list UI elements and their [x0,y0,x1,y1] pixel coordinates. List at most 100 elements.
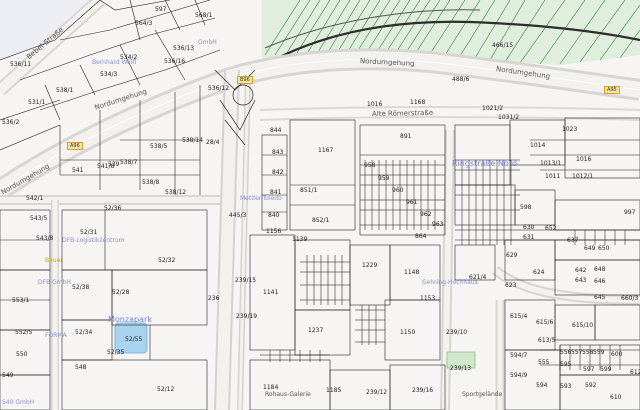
cadastral-map[interactable]: Nordumgehung Nordumgehung Nordumgehung N… [0,0,640,410]
parcel-number: 1141 [263,289,279,296]
parcel-number: 1150 [400,329,416,336]
parcel-number: 1016 [367,101,383,108]
parcel-number: 538/7 [120,159,138,166]
parcel-number: 1148 [404,269,420,276]
parcel-number: 864 [415,233,427,240]
parcel-number: 536/16 [164,58,186,65]
road-shield: A96 [67,142,83,150]
parcel-number: 615/6 [536,319,554,326]
parcel-number: 568/1 [195,12,213,19]
parcel-number: 960 [392,187,404,194]
parcel-number: 1167 [318,147,334,154]
parcel-number: 1021/2 [482,105,504,112]
parcel-number: 488/6 [452,76,470,83]
parcel-number: 843 [272,149,284,156]
parcel-number: 239/16 [412,387,434,394]
poi-label[interactable]: Sportgelände [462,392,502,398]
parcel-number: 557 [571,349,583,356]
area-label[interactable]: Ringstraße Nord [452,160,517,168]
parcel-number: 1011 [545,173,561,180]
parcel-number: 592 [585,382,597,389]
road-shield: B96 [237,76,253,84]
parcel-number: 536/13 [173,45,195,52]
parcel-number: 536/11 [10,61,32,68]
parcel-number: 891 [400,133,412,140]
parcel-number: 840 [268,212,280,219]
parcel-number: 649 [584,245,596,252]
parcel-number: 599 [600,366,612,373]
parcel-number: 646 [594,278,606,285]
parcel-number: 52/38 [72,284,90,291]
parcel-number: 624 [533,269,545,276]
parcel-number: 630 [523,224,535,231]
parcel-number: 615/10 [572,322,594,329]
street-label: Alte Römerstraße [371,108,434,118]
poi-label[interactable]: S40 GmbH [2,400,34,406]
parcel-number: 52/36 [104,205,122,212]
parcel-number: 597 [155,6,167,13]
parcel-number: 536/2 [2,119,20,126]
parcel-number: 559 [593,349,605,356]
parcel-number: 52/31 [80,229,98,236]
parcel-number: 1237 [308,327,324,334]
poi-label[interactable]: GmbH [198,40,217,46]
parcel-number: 593 [560,383,572,390]
parcel-number: 851/1 [300,187,318,194]
parcel-number: 539 [108,161,120,168]
parcel-number: 538/8 [142,179,160,186]
parcel-number: 556 [560,349,572,356]
parcel-number: 621/4 [469,274,487,281]
parcel-number: 650 [598,245,610,252]
parcel-number: 643 [575,277,587,284]
parcel-number: 534/2 [120,54,138,61]
parcel-number: 552/5 [15,329,33,336]
parcel-number: 52/32 [158,257,176,264]
parcel-number: 594/7 [510,352,528,359]
parcel-number: 1229 [362,262,378,269]
parcel-number: 600 [611,351,623,358]
parcel-number: 1016 [576,156,592,163]
poi-label[interactable]: FORMA [45,333,67,339]
parcel-number: 597 [583,366,595,373]
parcel-number: 1156 [266,228,282,235]
parcel-number: 623 [505,282,517,289]
parcel-number: 236 [208,295,220,302]
parcel-number: 652 [545,225,557,232]
parcel-number: 844 [270,127,282,134]
parcel-number: 543/8 [36,235,54,242]
parcel-number: 534/3 [100,71,118,78]
poi-label[interactable]: DFB-Logistikzentrum [62,238,124,244]
parcel-number: 558 [582,349,594,356]
parcel-number: 542/1 [26,195,44,202]
parcel-number: 548 [75,364,87,371]
parcel-number: 466/15 [492,42,514,49]
parcel-number: 642 [575,267,587,274]
parcel-number: 538/12 [165,189,187,196]
parcel-number: 962 [420,211,432,218]
poi-label[interactable]: Mettler-Toledo [240,196,282,202]
parcel-number: 841 [270,189,282,196]
parcel-number: 1031/2 [498,114,520,121]
parcel-number: 538/5 [150,143,168,150]
parcel-number: 550 [16,351,28,358]
parcel-number: 631 [523,234,535,241]
parcel-number: 553/1 [12,297,30,304]
parcel-number: 594/9 [510,372,528,379]
parcel-number: 239/12 [366,389,388,396]
poi-label[interactable]: DFB GmbH [38,280,71,286]
parcel-number: 629 [506,252,518,259]
parcel-number: 52/55 [125,336,143,343]
parcel-number: 1014 [530,142,546,149]
parcel-number: 852/1 [312,217,330,224]
parcel-number: 536/12 [208,85,230,92]
poi-label[interactable]: Bauer [45,258,63,264]
parcel-number: 28/4 [206,139,220,146]
parcel-number: 1153 [420,295,436,302]
parcel-number: 1012/1 [572,173,594,180]
parcel-number: 595 [560,361,572,368]
poi-label[interactable]: Rohaus-Galerie [265,392,311,398]
area-label[interactable]: Monzapark [108,316,152,324]
parcel-number: 239/10 [446,329,468,336]
parcel-number: 1013/1 [540,160,562,167]
parcel-number: 543/5 [30,215,48,222]
